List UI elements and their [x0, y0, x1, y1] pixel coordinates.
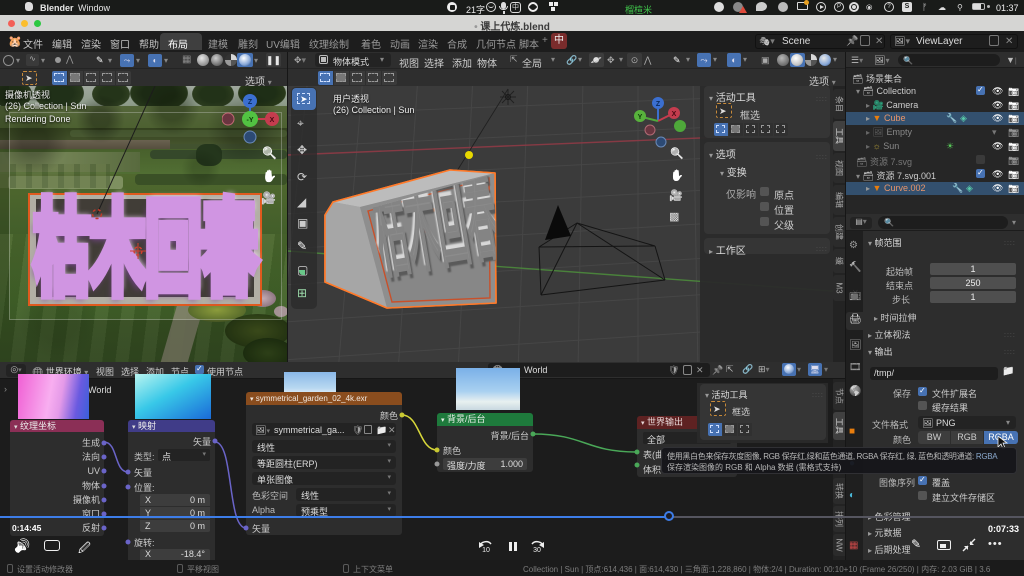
- svg-text:X: X: [672, 111, 677, 118]
- svg-text:-Y: -Y: [247, 117, 254, 124]
- svg-text:X: X: [270, 117, 275, 124]
- svg-text:Z: Z: [248, 99, 253, 106]
- svg-text:Y: Y: [638, 114, 643, 121]
- svg-text:Z: Z: [656, 101, 661, 108]
